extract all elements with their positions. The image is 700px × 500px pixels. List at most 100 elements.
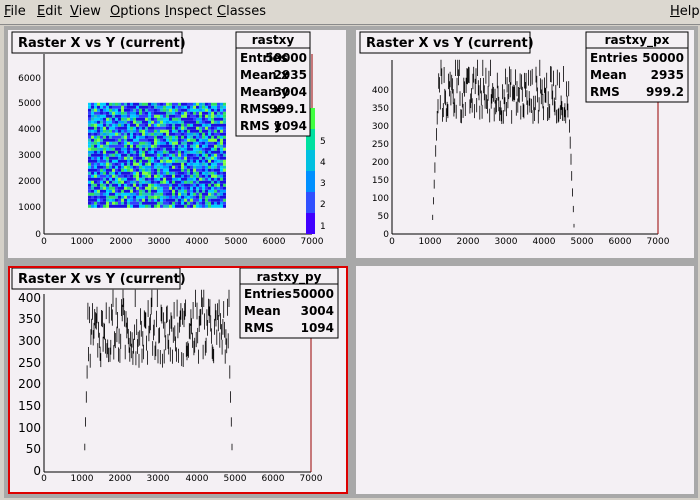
heat-cell [163,201,166,205]
heat-cell [124,108,127,112]
heat-cell [133,135,136,139]
heat-cell [223,150,226,154]
heat-cell [139,126,142,130]
heat-cell [151,105,154,109]
menu-file[interactable]: File [4,4,26,19]
heat-cell [124,102,127,106]
heat-cell [151,147,154,151]
stats-value: 3004 [301,304,334,318]
heat-cell [130,156,133,160]
heat-cell [88,141,91,145]
menu-options[interactable]: Options [110,4,160,19]
heat-cell [97,108,100,112]
heat-cell [178,111,181,115]
heat-cell [220,156,223,160]
menu-inspect[interactable]: Inspect [165,4,212,19]
pad-empty[interactable] [356,266,694,494]
heat-cell [160,156,163,160]
heat-cell [220,192,223,196]
heat-cell [97,126,100,130]
heat-cell [175,135,178,139]
heat-cell [169,156,172,160]
heat-cell [103,150,106,154]
menu-help[interactable]: Help [670,4,700,19]
heat-cell [163,120,166,124]
heat-cell [217,147,220,151]
heat-cell [223,141,226,145]
heat-cell [166,147,169,151]
pad-rastxy[interactable]: 0 1000 2000 3000 4000 5000 6000 7000 0 1… [8,30,346,258]
heat-cell [133,180,136,184]
heat-cell [220,180,223,184]
heat-cell [181,126,184,130]
heat-cell [181,177,184,181]
heat-cell [172,123,175,127]
heat-cell [112,111,115,115]
heat-cell [208,156,211,160]
heat-cell [166,150,169,154]
heat-cell [103,201,106,205]
heat-cell [166,138,169,142]
heat-cell [211,186,214,190]
heat-cell [178,189,181,193]
heat-cell [223,168,226,172]
heat-cell [193,186,196,190]
heat-cell [178,162,181,166]
heat-cell [139,159,142,163]
heat-cell [100,105,103,109]
x-tick: 0 [389,237,395,247]
pad-rastxy-py[interactable]: 0 1000 2000 3000 4000 5000 6000 7000 0 5… [8,266,348,494]
heat-cell [199,204,202,208]
heat-cell [130,114,133,118]
heat-cell [220,171,223,175]
heat-cell [157,156,160,160]
pad-rastxy-px[interactable]: 0 1000 2000 3000 4000 5000 6000 7000 0 5… [356,30,694,258]
heat-cell [181,198,184,202]
heat-cell [127,183,130,187]
heat-cell [151,159,154,163]
heat-cell [190,102,193,106]
heat-cell [91,195,94,199]
heat-cell [109,183,112,187]
heat-cell [139,162,142,166]
heat-cell [133,165,136,169]
menu-classes[interactable]: Classes [217,4,266,19]
heat-cell [166,183,169,187]
heat-cell [124,186,127,190]
heat-cell [169,198,172,202]
heat-cell [181,147,184,151]
heat-cell [157,126,160,130]
heat-cell [217,135,220,139]
heat-cell [91,198,94,202]
heat-cell [175,144,178,148]
heat-cell [181,114,184,118]
heat-cell [121,168,124,172]
heat-cell [196,168,199,172]
menu-view[interactable]: View [70,4,101,19]
heat-cell [217,120,220,124]
heat-cell [139,186,142,190]
heat-cell [136,123,139,127]
menu-edit[interactable]: Edit [37,4,62,19]
heat-cell [181,201,184,205]
heat-cell [115,156,118,160]
heat-cell [127,120,130,124]
heat-cell [106,165,109,169]
heat-cell [220,159,223,163]
heat-cell [130,162,133,166]
heat-cell [202,174,205,178]
heat-cell [169,138,172,142]
heat-cell [94,111,97,115]
heat-cell [163,198,166,202]
heat-cell [142,114,145,118]
heat-cell [214,162,217,166]
heat-cell [223,132,226,136]
heat-cell [157,165,160,169]
heat-cell [115,168,118,172]
heat-cell [103,111,106,115]
heat-cell [157,111,160,115]
heat-cell [199,165,202,169]
heat-cell [187,108,190,112]
heat-cell [214,132,217,136]
heat-cell [178,204,181,208]
